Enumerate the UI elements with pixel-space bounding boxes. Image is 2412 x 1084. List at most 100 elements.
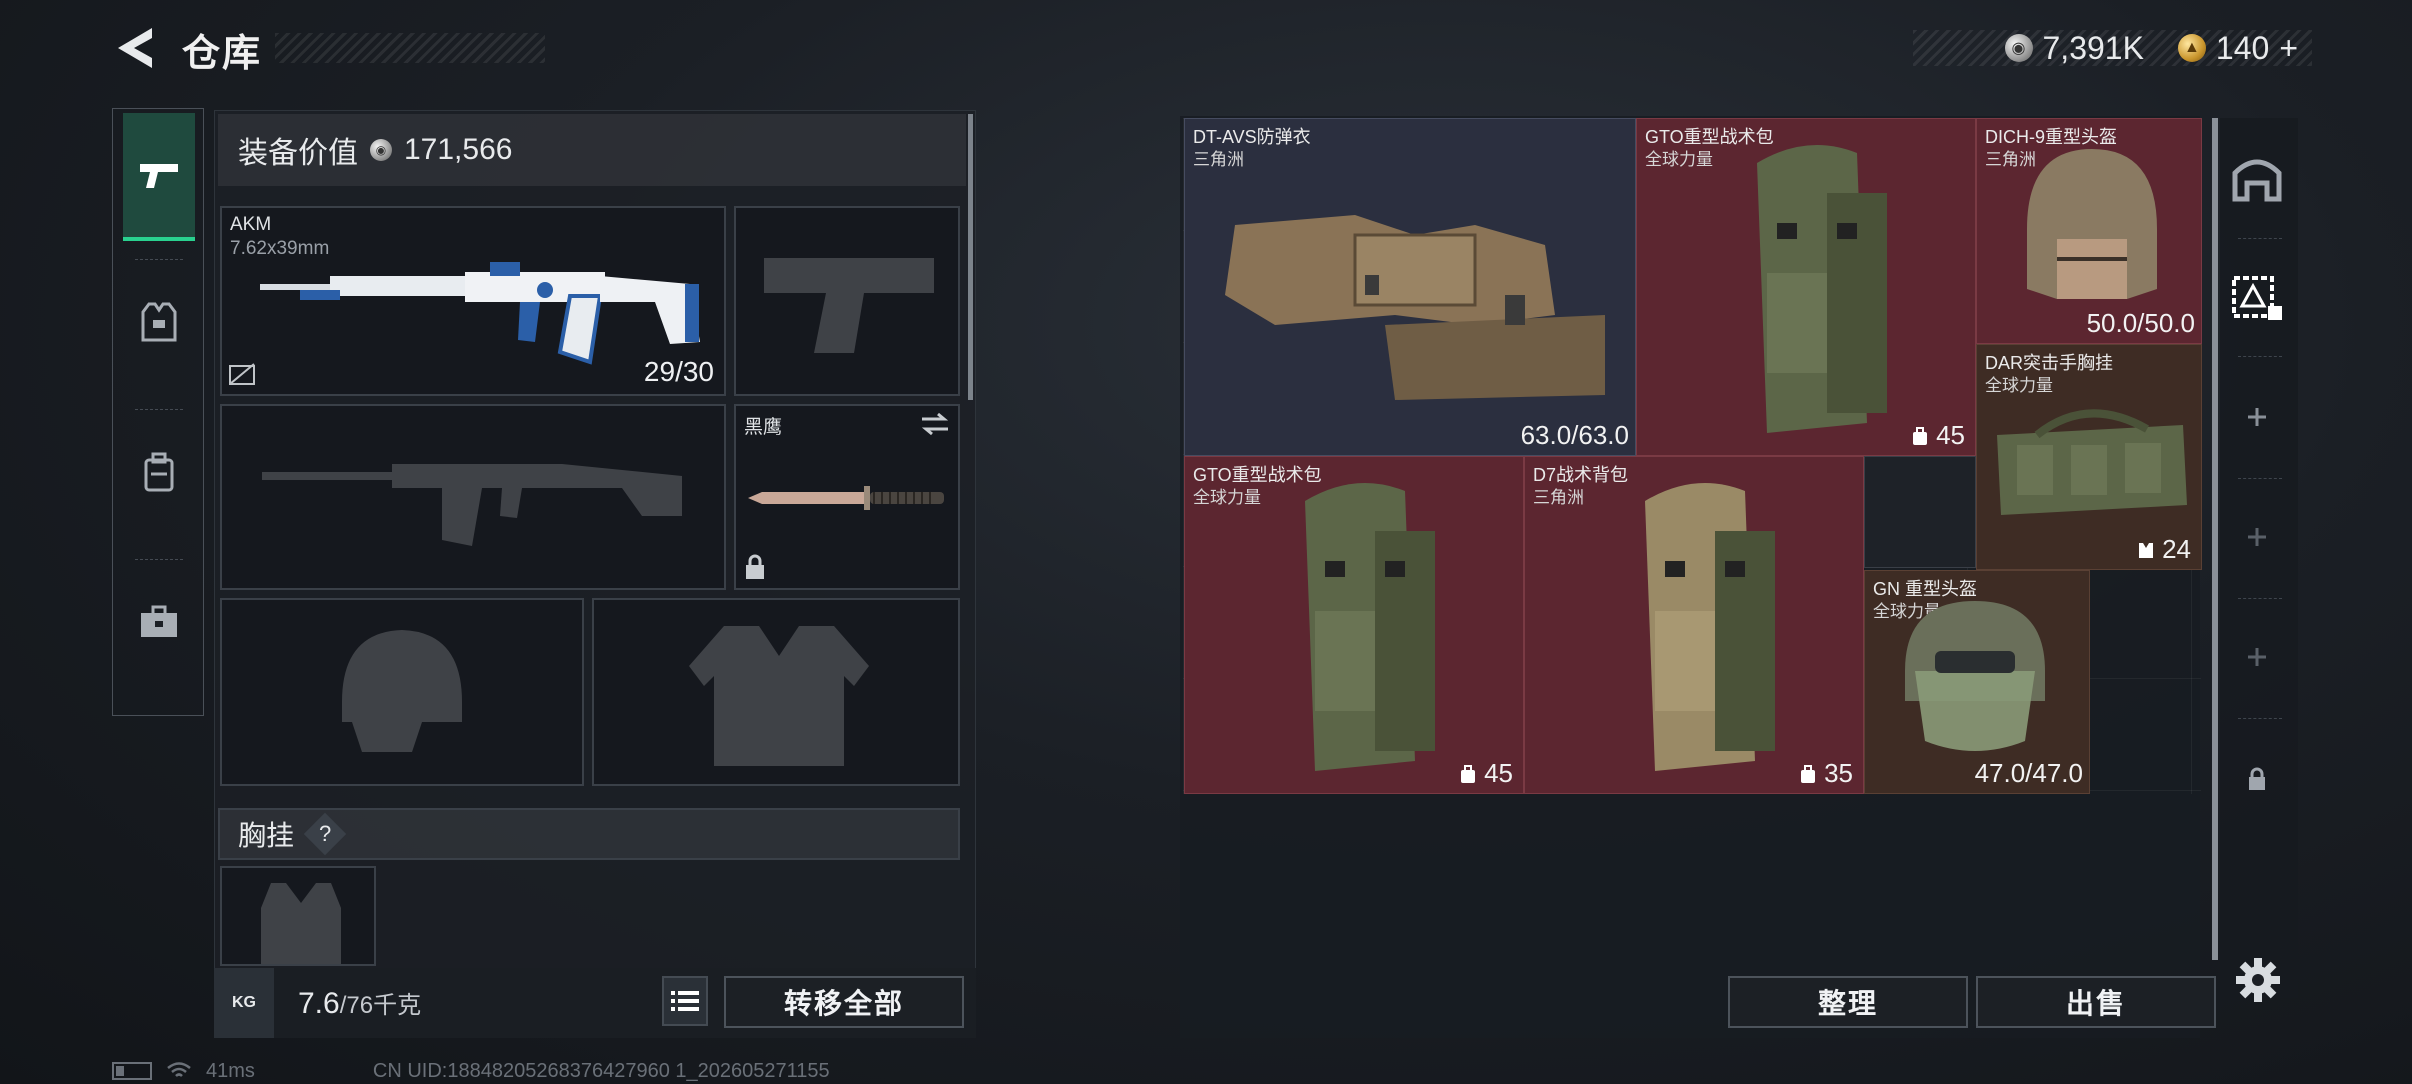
left-category-nav (112, 108, 204, 716)
item-source: 三角洲 (1193, 150, 1244, 169)
melee-slot[interactable]: 黑鹰 (734, 404, 960, 590)
item-durability: 47.0/47.0 (1974, 758, 2083, 788)
nav-divider (135, 409, 183, 410)
pistol-icon (140, 164, 178, 188)
battery-icon (112, 1062, 152, 1080)
swap-icon[interactable] (920, 412, 950, 436)
stash-item-dich9-helmet[interactable]: DICH-9重型头盔 三角洲 50.0/50.0 (1976, 118, 2202, 344)
nav-backpack[interactable] (123, 425, 195, 519)
equipment-value-label: 装备价值 (238, 137, 358, 170)
status-footer: 41ms CN UID:18848205268376427960 1_20260… (112, 1060, 830, 1082)
help-button[interactable]: ? (303, 812, 347, 856)
pistol-placeholder-icon (764, 258, 934, 353)
add-storage-button[interactable] (2226, 612, 2288, 702)
chest-rig-header: 胸挂 ? (218, 808, 960, 860)
transfer-all-button[interactable]: 转移全部 (724, 976, 964, 1028)
item-capacity: 24 (2136, 534, 2191, 565)
gear-icon (2236, 958, 2280, 1002)
item-source: 全球力量 (1193, 488, 1261, 507)
melee-name: 黑鹰 (744, 417, 783, 438)
weight-current: 7.6 (298, 987, 340, 1020)
chest-rig-slot[interactable] (220, 866, 376, 966)
backpack-image (1645, 483, 1775, 771)
helmet-image (1905, 601, 2045, 751)
nav-toolbox[interactable] (123, 575, 195, 669)
weapon-ammo: 29/30 (643, 356, 714, 387)
gold-coin-icon: ▲ (2177, 34, 2206, 62)
plus-icon (2248, 408, 2266, 426)
equipment-value: 171,566 (404, 133, 513, 166)
item-source: 三角洲 (1533, 488, 1584, 507)
backpack-icon (144, 452, 174, 492)
toolbox-icon (141, 605, 177, 637)
currency-bar: ◉ 7,391K ▲ 140 + (1912, 29, 2312, 67)
backpack-capacity-icon (1461, 764, 1476, 783)
helmet-slot[interactable] (220, 598, 584, 786)
help-icon: ? (318, 821, 332, 846)
armor-vest-icon (141, 302, 177, 342)
item-source: 全球力量 (1645, 150, 1713, 169)
item-durability: 63.0/63.0 (1520, 420, 1629, 450)
locked-storage-slot[interactable] (2226, 734, 2288, 824)
item-capacity-value: 24 (2162, 534, 2191, 564)
storage-tab-main[interactable] (2226, 134, 2288, 224)
list-view-button[interactable] (662, 976, 708, 1026)
sell-button[interactable]: 出售 (1976, 976, 2216, 1028)
add-storage-button[interactable] (2226, 372, 2288, 462)
back-arrow-icon (118, 28, 152, 68)
stash-item-d7-backpack[interactable]: D7战术背包 三角洲 35 (1524, 456, 1864, 794)
stash-item-gto-backpack[interactable]: GTO重型战术包 全球力量 45 (1184, 456, 1524, 794)
gold-balance: 140 (2215, 29, 2270, 66)
chest-rig-label: 胸挂 (238, 820, 295, 851)
backpack-image (1305, 483, 1435, 771)
stash-empty-cell[interactable] (1864, 456, 1976, 568)
nav-divider (135, 259, 183, 260)
nav-divider (2238, 356, 2282, 357)
body-armor-slot[interactable] (592, 598, 960, 786)
back-button[interactable] (112, 24, 156, 72)
stash-scrollbar[interactable] (2212, 118, 2218, 960)
nav-divider (2238, 238, 2282, 239)
stash-item-gn-helmet[interactable]: GN 重型头盔 全球力量 47.0/47.0 (1864, 570, 2090, 794)
stash-item-dt-avs-armor[interactable]: DT-AVS防弹衣 三角洲 63.0/63.0 (1184, 118, 1636, 456)
safe-icon (2232, 159, 2282, 202)
weight-icon: KG (214, 968, 274, 1038)
primary-weapon-slot[interactable]: AKM 7.62x39mm 29/30 (220, 206, 726, 396)
loadout-scrollbar[interactable] (968, 114, 973, 400)
storage-tab-warning[interactable] (2226, 252, 2288, 342)
add-currency-button[interactable]: + (2279, 30, 2298, 67)
weight-max: /76千克 (339, 992, 422, 1019)
item-capacity-value: 45 (1484, 758, 1513, 788)
chest-rig-image (1997, 409, 2187, 515)
akm-rifle-image (260, 262, 700, 365)
silver-coin-icon: ◉ (2004, 34, 2033, 62)
list-icon (671, 991, 699, 1011)
helmet-placeholder-icon (342, 630, 462, 752)
add-storage-button[interactable] (2226, 492, 2288, 582)
nav-weapons[interactable] (123, 113, 195, 241)
helmet-image (2027, 149, 2157, 299)
secondary-weapon-slot[interactable] (220, 404, 726, 590)
no-insurance-icon (229, 363, 255, 385)
sidearm-slot[interactable] (734, 206, 960, 396)
stash-item-gto-backpack[interactable]: GTO重型战术包 全球力量 45 (1636, 118, 1976, 456)
chest-rig-capacity-icon (2139, 542, 2154, 558)
backpack-image (1757, 145, 1887, 433)
sort-button[interactable]: 整理 (1728, 976, 1968, 1028)
ping-value: 41ms (206, 1059, 255, 1082)
backpack-capacity-icon (1801, 764, 1816, 783)
rifle-placeholder-icon (262, 464, 682, 546)
body-armor-image (1225, 215, 1605, 400)
nav-armor[interactable] (123, 275, 195, 369)
nav-divider (2238, 598, 2282, 599)
page-title: 仓库 (182, 33, 263, 75)
lock-icon (2249, 767, 2265, 790)
plus-icon (2248, 648, 2266, 666)
warning-container-icon (2232, 276, 2282, 320)
title-decoration (275, 33, 545, 63)
user-uid: CN UID:18848205268376427960 1_2026052711… (372, 1059, 830, 1082)
stash-item-dar-chest-rig[interactable]: DAR突击手胸挂 全球力量 24 (1976, 344, 2202, 570)
silver-coin-icon: ◉ (370, 139, 392, 161)
lock-icon (746, 554, 764, 579)
settings-button[interactable] (2234, 956, 2282, 1004)
